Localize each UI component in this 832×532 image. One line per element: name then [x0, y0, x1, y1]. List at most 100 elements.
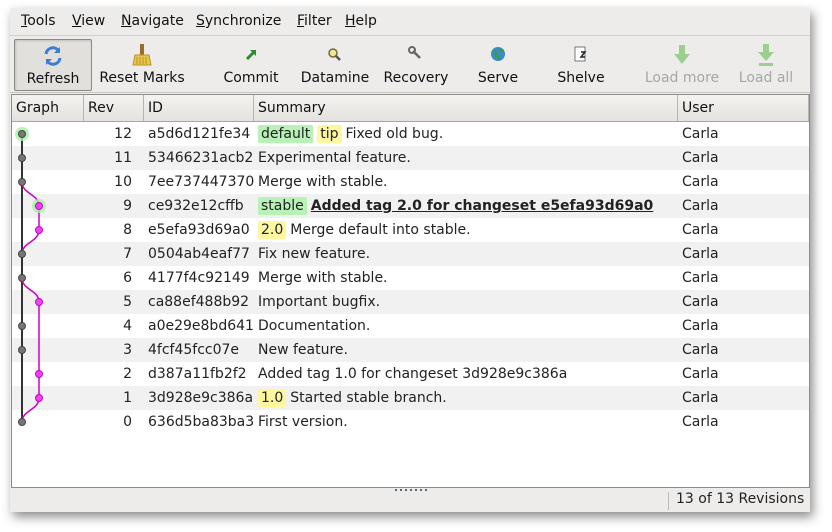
user-cell: Carla — [682, 246, 719, 262]
table-row[interactable]: 10 7ee737447370 Merge with stable. Carla — [12, 170, 809, 194]
datamine-button[interactable]: Datamine — [296, 39, 374, 89]
commit-icon — [216, 43, 286, 67]
id-cell: a5d6d121fe34 — [148, 126, 251, 142]
toolbar: Refresh Reset Marks Commit Datamine Reco… — [10, 36, 810, 93]
revision-node — [18, 178, 26, 186]
id-cell: d387a11fb2f2 — [148, 366, 247, 382]
table-row[interactable]: 6 4177f4c92149 Merge with stable. Carla — [12, 266, 809, 290]
id-cell: 636d5ba83ba3 — [148, 414, 255, 430]
user-cell: Carla — [682, 198, 719, 214]
summary-text: Fix new feature. — [258, 246, 371, 262]
id-cell: 0504ab4eaf77 — [148, 246, 250, 262]
col-summary[interactable]: Summary — [254, 95, 678, 121]
user-cell: Carla — [682, 150, 719, 166]
summary-cell: default tip Fixed old bug. — [258, 122, 443, 146]
summary-text: Experimental feature. — [258, 150, 411, 166]
summary-cell: Important bugfix. — [258, 290, 380, 314]
id-cell: ca88ef488b92 — [148, 294, 250, 310]
menu-synchronize[interactable]: Synchronize — [196, 13, 281, 29]
revision-graph — [15, 127, 46, 426]
tag-badge: 2.0 — [258, 221, 287, 239]
id-cell: a0e29e8bd641 — [148, 318, 254, 334]
graph-edge — [21, 229, 40, 255]
revision-table[interactable]: Graph Rev ID Summary User 12 a5d6d121fe34… — [11, 94, 810, 488]
summary-text: Merge with stable. — [258, 270, 388, 286]
recovery-button[interactable]: Recovery — [380, 39, 452, 89]
load-more-button[interactable]: Load more — [642, 39, 722, 89]
table-row[interactable]: 1 3d928e9c386a 1.0 Started stable branch. Ca… — [12, 386, 809, 410]
reset-marks-button[interactable]: Reset Marks — [96, 39, 188, 89]
serve-button[interactable]: Serve — [466, 39, 530, 89]
summary-text: Merge default into stable. — [290, 222, 471, 238]
tag-badge: 1.0 — [258, 389, 287, 407]
arrow-down-double-icon — [732, 43, 800, 67]
revision-node — [18, 322, 26, 330]
user-cell: Carla — [682, 390, 719, 406]
user-cell: Carla — [682, 174, 719, 190]
col-id[interactable]: ID — [144, 95, 254, 121]
table-row[interactable]: 9 ce932e12cffb stable Added tag 2.0 for cha… — [12, 194, 809, 218]
id-cell: 4177f4c92149 — [148, 270, 250, 286]
refresh-button[interactable]: Refresh — [14, 39, 92, 91]
summary-cell: 2.0 Merge default into stable. — [258, 218, 471, 242]
table-row[interactable]: 8 e5efa93d69a0 2.0 Merge default into stabl… — [12, 218, 809, 242]
col-graph[interactable]: Graph — [12, 95, 84, 121]
user-cell: Carla — [682, 294, 719, 310]
revision-node — [18, 274, 26, 282]
summary-text: Documentation. — [258, 318, 371, 334]
table-row[interactable]: 7 0504ab4eaf77 Fix new feature. Carla — [12, 242, 809, 266]
col-user[interactable]: User — [678, 95, 809, 121]
load-all-button[interactable]: Load all — [732, 39, 800, 89]
menu-navigate[interactable]: Navigate — [121, 13, 184, 29]
table-header: Graph Rev ID Summary User — [12, 95, 809, 122]
menu-help[interactable]: Help — [345, 13, 377, 29]
user-cell: Carla — [682, 222, 719, 238]
revision-node — [18, 130, 26, 138]
id-cell: e5efa93d69a0 — [148, 222, 250, 238]
resize-grip-icon[interactable] — [394, 489, 430, 492]
summary-text: Important bugfix. — [258, 294, 381, 310]
graph-edge — [21, 277, 40, 303]
status-bar: 13 of 13 Revisions — [10, 488, 810, 512]
summary-cell: Merge with stable. — [258, 170, 388, 194]
col-rev[interactable]: Rev — [84, 95, 144, 121]
user-cell: Carla — [682, 366, 719, 382]
user-cell: Carla — [682, 342, 719, 358]
commit-button[interactable]: Commit — [216, 39, 286, 89]
user-cell: Carla — [682, 414, 719, 430]
table-row[interactable]: 4 a0e29e8bd641 Documentation. Carla — [12, 314, 809, 338]
summary-text: Added tag 2.0 for changeset e5efa93d69a0 — [310, 198, 654, 214]
id-cell: 53466231acb2 — [148, 150, 254, 166]
graph-edge — [21, 397, 40, 423]
summary-text: New feature. — [258, 342, 348, 358]
id-cell: 3d928e9c386a — [148, 390, 254, 406]
summary-text: Merge with stable. — [258, 174, 388, 190]
user-cell: Carla — [682, 318, 719, 334]
table-row[interactable]: 5 ca88ef488b92 Important bugfix. Carla — [12, 290, 809, 314]
menu-filter[interactable]: Filter — [297, 13, 332, 29]
summary-text: Fixed old bug. — [345, 126, 444, 142]
summary-cell: Fix new feature. — [258, 242, 370, 266]
summary-cell: 1.0 Started stable branch. — [258, 386, 447, 410]
revision-node — [35, 298, 43, 306]
revision-count: 13 of 13 Revisions — [676, 491, 805, 507]
revision-node — [35, 226, 43, 234]
table-row[interactable]: 11 53466231acb2 Experimental feature. Carla — [12, 146, 809, 170]
id-cell: ce932e12cffb — [148, 198, 244, 214]
table-row[interactable]: 12 a5d6d121fe34 default tip Fixed old bug. Ca… — [12, 122, 809, 146]
shelve-button[interactable]: Shelve — [546, 39, 616, 89]
table-row[interactable]: 0 636d5ba83ba3 First version. Carla — [12, 410, 809, 434]
tag-badge: tip — [317, 125, 342, 143]
menu-view[interactable]: View — [72, 13, 105, 29]
revision-node — [18, 418, 26, 426]
summary-cell: Added tag 1.0 for changeset 3d928e9c386a — [258, 362, 567, 386]
revision-node — [18, 154, 26, 162]
summary-cell: Documentation. — [258, 314, 370, 338]
user-cell: Carla — [682, 126, 719, 142]
summary-text: Added tag 1.0 for changeset 3d928e9c386a — [258, 366, 568, 382]
menu-tools[interactable]: Tools — [21, 13, 56, 29]
table-row[interactable]: 3 4fcf45fcc07e New feature. Carla — [12, 338, 809, 362]
summary-text: First version. — [258, 414, 348, 430]
user-cell: Carla — [682, 270, 719, 286]
table-row[interactable]: 2 d387a11fb2f2 Added tag 1.0 for changeset… — [12, 362, 809, 386]
